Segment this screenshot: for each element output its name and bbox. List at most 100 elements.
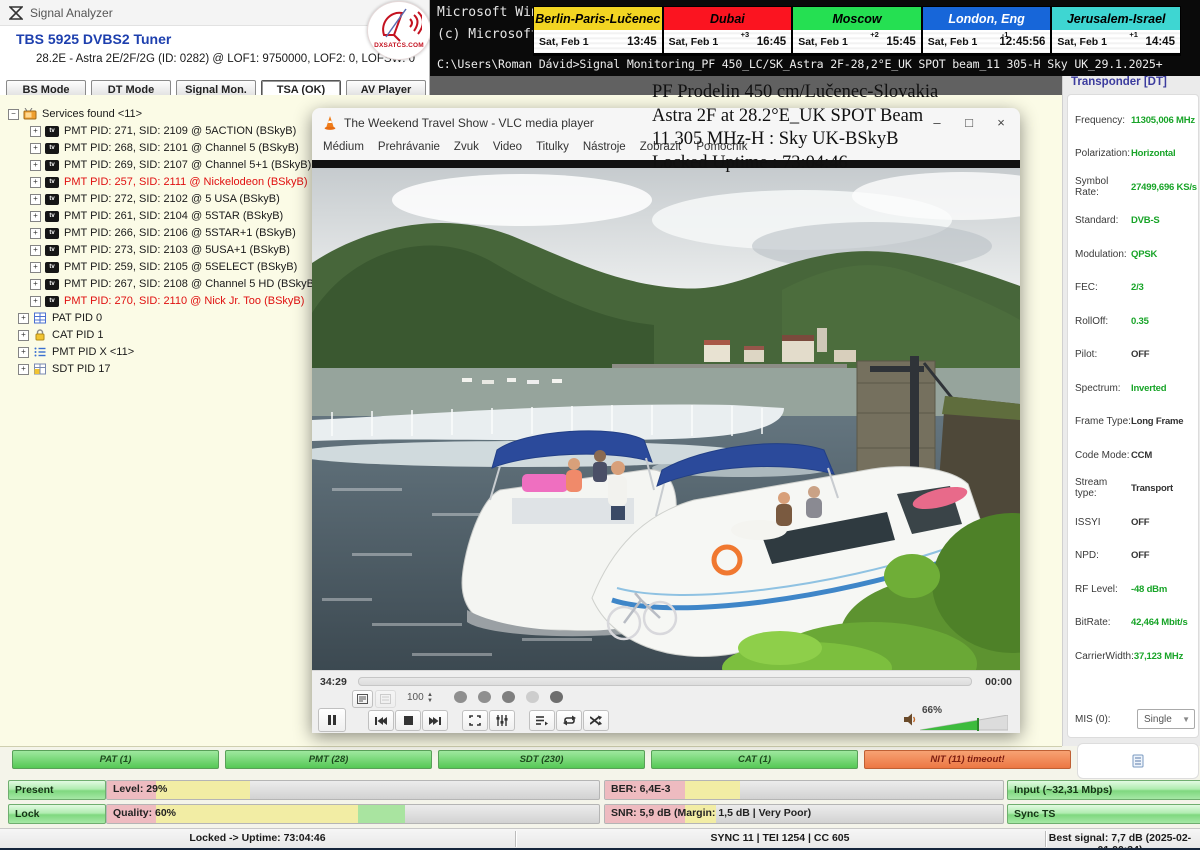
console-prompt: C:\Users\Roman Dávid>Signal Monitoring_P… [437,57,1162,71]
speaker-icon[interactable] [904,713,917,726]
expand-icon[interactable]: + [30,245,41,256]
random-button[interactable] [583,710,609,731]
expand-icon[interactable]: + [30,143,41,154]
tuner-subtitle: 28.2E - Astra 2E/2F/2G (ID: 0282) @ LOF1… [36,53,415,65]
tree-row-service[interactable]: +tvPMT PID: 273, SID: 2103 @ 5USA+1 (BSk… [30,242,290,258]
signal-analyzer-icon [9,6,23,20]
ts-tool-button[interactable] [1077,743,1199,779]
expand-icon[interactable]: + [30,194,41,205]
signal-analyzer-titlebar[interactable]: Signal Analyzer [0,0,429,26]
tree-row-service[interactable]: +tvPMT PID: 269, SID: 2107 @ Channel 5+1… [30,157,311,173]
tree-row-service[interactable]: +tvPMT PID: 259, SID: 2105 @ 5SELECT (BS… [30,259,297,275]
expand-icon[interactable]: + [30,177,41,188]
tree-row-service[interactable]: +tvPMT PID: 270, SID: 2110 @ Nick Jr. To… [30,293,304,309]
mis-row: MIS (0): Single▼ [1075,709,1195,729]
clock-berlin: Berlin-Paris-Lučenec Sat, Feb 113:45 [534,7,664,55]
menu-nastroje[interactable]: Nástroje [576,138,633,160]
table-icon [33,312,47,324]
tv-icon: tv [45,160,59,171]
expand-icon[interactable]: + [18,364,29,375]
tree-row-service[interactable]: +tvPMT PID: 272, SID: 2102 @ 5 USA (BSky… [30,191,280,207]
volume-slider[interactable] [920,715,1008,731]
tv-icon: tv [45,228,59,239]
signal-analyzer-window: Signal Analyzer TBS 5925 DVBS2 Tuner 28.… [0,0,430,101]
loop-button[interactable] [556,710,582,731]
expand-icon[interactable]: + [18,330,29,341]
fullscreen-button[interactable] [462,710,488,731]
record-dot-1[interactable] [454,691,467,703]
playlist-button[interactable] [529,710,555,731]
speed-spinner[interactable]: ▲▼ [427,692,433,704]
video-frame[interactable] [312,168,1020,670]
tv-icon: tv [45,296,59,307]
lock-icon [33,329,47,341]
console-line2: (c) Microsoft [437,27,539,42]
teletext-button[interactable] [352,690,373,708]
stop-button[interactable] [395,710,421,731]
menu-prehravanie[interactable]: Prehrávanie [371,138,447,160]
expand-icon[interactable]: + [30,228,41,239]
menu-video[interactable]: Video [486,138,529,160]
extended-settings-button[interactable] [489,710,515,731]
vlc-title: The Weekend Travel Show - VLC media play… [344,116,594,130]
expand-icon[interactable]: + [30,296,41,307]
signal-overlay-text: PF Prodelin 450 cm/Lučenec-Slovakia Astr… [652,81,938,175]
expand-icon[interactable]: + [30,160,41,171]
expand-icon[interactable]: + [18,347,29,358]
vlc-controls: 34:29 00:00 100 ▲▼ 66% [312,670,1020,733]
tp-row: Code Mode:CCM [1075,448,1195,462]
tree-row-sdt[interactable]: +SDT PID 17 [18,361,111,377]
snr-bar: SNR: 5,9 dB (Margin: 1,5 dB | Very Poor) [604,804,1004,824]
tp-row: FEC:2/3 [1075,280,1195,294]
seek-bar[interactable] [358,677,972,686]
previous-button[interactable] [368,710,394,731]
tree-row-service[interactable]: +tvPMT PID: 266, SID: 2106 @ 5STAR+1 (BS… [30,225,296,241]
expand-icon[interactable]: + [30,126,41,137]
logo-text: DXSATCS.COM [368,42,430,49]
tree-row-pat[interactable]: +PAT PID 0 [18,310,102,326]
menu-zvuk[interactable]: Zvuk [447,138,486,160]
expand-icon[interactable]: + [18,313,29,324]
menu-medium[interactable]: Médium [316,138,371,160]
tp-row: BitRate:42,464 Mbit/s [1075,615,1195,629]
expand-icon[interactable]: + [30,262,41,273]
tv-icon: tv [45,194,59,205]
transponder-title: Transponder [DT] [1071,76,1167,88]
tree-row-service[interactable]: +tvPMT PID: 261, SID: 2104 @ 5STAR (BSky… [30,208,283,224]
tv-icon: tv [45,279,59,290]
input-indicator: Input (~32,31 Mbps) [1007,780,1200,800]
status-uptime: Locked -> Uptime: 73:04:46 [0,832,515,844]
close-button[interactable]: × [990,114,1012,132]
speed-value[interactable]: 100 [407,692,424,703]
tree-row-service[interactable]: +tvPMT PID: 268, SID: 2101 @ Channel 5 (… [30,140,299,156]
tp-row: ISSYIOFF [1075,515,1195,529]
collapse-icon[interactable]: − [8,109,19,120]
record-dot-5[interactable] [550,691,563,703]
window-title: Signal Analyzer [30,6,113,20]
maximize-button[interactable]: □ [958,114,980,132]
pause-button[interactable] [318,708,346,732]
tree-row-service[interactable]: +tvPMT PID: 267, SID: 2108 @ Channel 5 H… [30,276,318,292]
overlay-line2: Astra 2F at 28.2°E_UK SPOT Beam [652,105,938,129]
tree-row-cat[interactable]: +CAT PID 1 [18,327,104,343]
tp-row: CarrierWidth:37,123 MHz [1075,649,1195,663]
tree-row-service[interactable]: +tvPMT PID: 257, SID: 2111 @ Nickelodeon… [30,174,308,190]
expand-icon[interactable]: + [30,211,41,222]
tree-row-service[interactable]: +tvPMT PID: 271, SID: 2109 @ 5ACTION (BS… [30,123,296,139]
record-dot-2[interactable] [478,691,491,703]
transponder-card: Frequency:11305,006 MHz Polarization:Hor… [1067,94,1199,738]
tp-row: Symbol Rate:27499,696 KS/s [1075,180,1195,194]
status-bar: Locked -> Uptime: 73:04:46 SYNC 11 | TEI… [0,828,1200,849]
next-button[interactable] [422,710,448,731]
record-dot-3[interactable] [502,691,515,703]
record-dot-4[interactable] [526,691,539,703]
tree-root-services[interactable]: − Services found <11> [8,106,142,122]
expand-icon[interactable]: + [30,279,41,290]
menu-titulky[interactable]: Titulky [529,138,576,160]
tree-row-pmt-x[interactable]: +PMT PID X <11> [18,344,134,360]
tp-row: Standard:DVB-S [1075,213,1195,227]
tv-services-icon [23,108,37,120]
time-total: 00:00 [985,676,1012,688]
mis-select[interactable]: Single▼ [1137,709,1195,729]
tv-icon: tv [45,262,59,273]
